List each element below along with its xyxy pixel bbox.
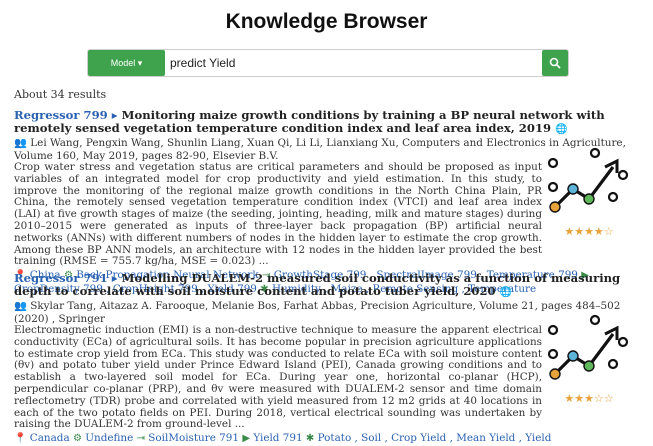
result-abstract: Electromagnetic induction (EMI) is a non… [14, 324, 542, 431]
location-pin-icon: 📍 [14, 433, 27, 445]
page-title: Knowledge Browser [225, 10, 428, 33]
chevron-right-icon: ▸ [111, 108, 118, 122]
output-arrow-icon: ▶ [242, 433, 251, 445]
model-dropdown-button[interactable]: Model ▾ [88, 50, 165, 76]
chevron-right-icon: ▸ [111, 271, 118, 285]
result-title-line: Regressor 791 ▸ Modelling DUALEM-2 measu… [14, 272, 641, 299]
puzzle-icon: ✱ [305, 433, 315, 445]
rating-stars: ★★★☆☆ [564, 392, 614, 405]
authors-icon: 👥 [14, 137, 27, 149]
tag-outputs[interactable]: Yield 791 [253, 432, 302, 444]
authors-text: Lei Wang, Pengxin Wang, Shunlin Liang, X… [14, 137, 626, 162]
trend-chart-icon [547, 147, 629, 213]
regressor-link[interactable]: Regressor 799 [14, 108, 108, 122]
result-thumbnail: ★★★☆☆ [543, 308, 635, 405]
result-thumbnail: ★★★★☆ [543, 141, 635, 238]
result-tags: 📍 Canada ⚙ Undefine ⇥ SoilMoisture 791 ▶… [14, 432, 641, 446]
tag-topics[interactable]: Potato , Soil , Crop Yield , Mean Yield … [318, 432, 552, 444]
rating-stars: ★★★★☆ [564, 225, 614, 238]
result-card: Regressor 791 ▸ Modelling DUALEM-2 measu… [14, 272, 641, 446]
authors-text: Skylar Tang, Aitazaz A. Farooque, Melani… [14, 300, 621, 325]
results-count: About 34 results [14, 88, 107, 101]
gears-icon: ⚙ [72, 433, 82, 445]
search-button[interactable] [542, 50, 568, 76]
authors-icon: 👥 [14, 300, 27, 312]
globe-icon[interactable]: 🌐 [555, 124, 567, 135]
result-card: Regressor 799 ▸ Monitoring maize growth … [14, 109, 641, 296]
regressor-link[interactable]: Regressor 791 [14, 271, 108, 285]
tag-method[interactable]: Undefine [85, 432, 133, 444]
search-icon [549, 57, 561, 69]
trend-chart-icon [547, 314, 629, 380]
tag-inputs[interactable]: SoilMoisture 791 [148, 432, 239, 444]
globe-icon[interactable]: 🌐 [500, 287, 512, 298]
result-abstract: Crop water stress and vegetation status … [14, 161, 542, 268]
search-bar: Model ▾ [87, 49, 569, 77]
search-input[interactable] [170, 50, 520, 76]
tag-location[interactable]: Canada [30, 432, 70, 444]
result-title-line: Regressor 799 ▸ Monitoring maize growth … [14, 109, 641, 136]
input-icon: ⇥ [136, 433, 145, 445]
